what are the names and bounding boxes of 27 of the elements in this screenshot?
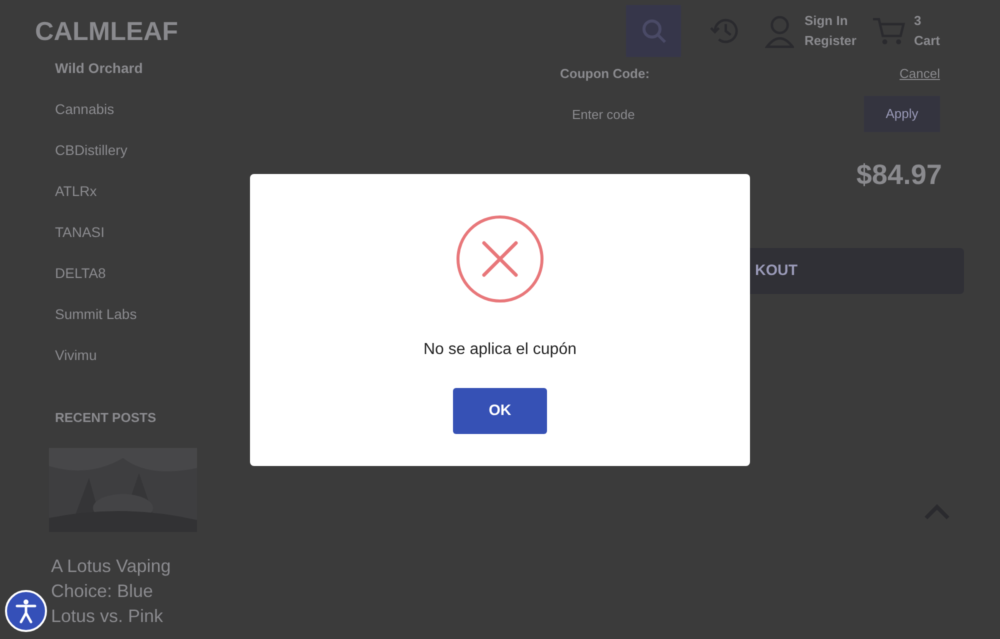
error-icon (455, 214, 545, 304)
brand-link[interactable]: Cannabis (55, 99, 250, 140)
search-button[interactable] (626, 5, 682, 57)
cart-count: 3 (914, 12, 922, 30)
post-title-link[interactable]: A Lotus Vaping Choice: Blue Lotus vs. Pink (51, 554, 199, 628)
brand-link[interactable]: CBDistillery (55, 140, 250, 181)
register-link[interactable]: Register (804, 31, 856, 51)
ok-button[interactable]: OK (453, 388, 547, 434)
brand-link[interactable]: Summit Labs (55, 304, 250, 345)
brand-link[interactable]: TANASI (55, 222, 250, 263)
coupon-field[interactable]: Enter code (560, 96, 850, 132)
brand-link[interactable]: Vivimu (55, 345, 250, 386)
apply-button[interactable]: Apply (864, 96, 940, 132)
cart-link[interactable]: Cart (914, 31, 940, 51)
brand-link[interactable]: DELTA8 (55, 263, 250, 304)
search-icon (640, 18, 667, 44)
brand-link[interactable]: ATLRx (55, 181, 250, 222)
accessibility-icon (13, 598, 39, 624)
total-price: $84.97 (856, 158, 942, 192)
coupon-label: Coupon Code: (560, 65, 650, 84)
cancel-link[interactable]: Cancel (900, 64, 940, 84)
sign-in-link[interactable]: Sign In (804, 11, 856, 31)
dialog-message: No se aplica el cupón (424, 340, 576, 360)
accessibility-button[interactable] (5, 590, 47, 632)
brand-link[interactable]: Wild Orchard (55, 58, 250, 99)
section-heading: RECENT POSTS (55, 409, 158, 427)
logo[interactable]: CALMLEAF (35, 12, 626, 50)
